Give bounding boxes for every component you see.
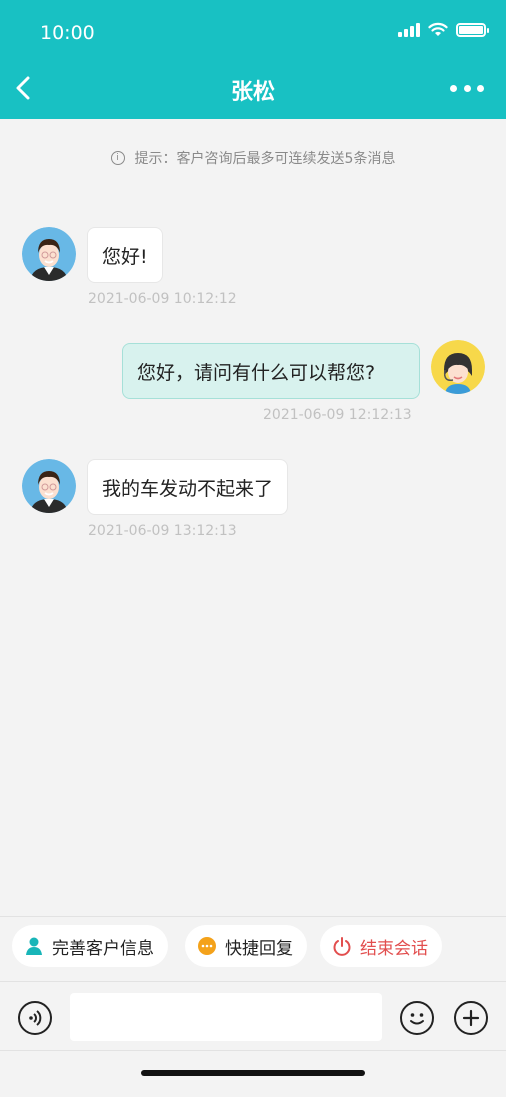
chat-dots-icon bbox=[198, 937, 216, 955]
message-timestamp: 2021-06-09 10:12:12 bbox=[88, 291, 237, 307]
message-bubble-incoming: 您好! bbox=[87, 227, 163, 283]
hint-banner: i 提示：客户咨询后最多可连续发送5条消息 bbox=[0, 148, 506, 168]
more-icon[interactable] bbox=[450, 78, 484, 98]
message-timestamp: 2021-06-09 12:12:13 bbox=[263, 407, 412, 423]
status-time: 10:00 bbox=[40, 22, 95, 44]
message-bubble-incoming: 我的车发动不起来了 bbox=[87, 459, 289, 515]
message-text: 您好! bbox=[102, 245, 148, 268]
customer-avatar[interactable] bbox=[22, 459, 76, 513]
chip-label: 结束会话 bbox=[360, 938, 428, 959]
complete-customer-info-button[interactable]: 完善客户信息 bbox=[12, 925, 168, 967]
chip-label: 快捷回复 bbox=[225, 938, 293, 959]
customer-avatar[interactable] bbox=[22, 227, 76, 281]
message-timestamp: 2021-06-09 13:12:13 bbox=[88, 523, 237, 539]
voice-icon[interactable] bbox=[18, 1001, 52, 1035]
message-text: 您好，请问有什么可以帮您? bbox=[137, 361, 376, 384]
quick-action-bar: 完善客户信息 快捷回复 结束会话 bbox=[0, 916, 506, 980]
message-input[interactable] bbox=[70, 993, 382, 1041]
info-icon: i bbox=[110, 151, 125, 165]
hint-text: 提示：客户咨询后最多可连续发送5条消息 bbox=[134, 151, 396, 167]
battery-icon bbox=[456, 22, 489, 37]
person-icon bbox=[26, 937, 42, 955]
message-text: 我的车发动不起来了 bbox=[102, 477, 274, 500]
emoji-icon[interactable] bbox=[400, 1001, 434, 1035]
quick-reply-button[interactable]: 快捷回复 bbox=[185, 925, 307, 967]
signal-icon bbox=[398, 22, 420, 37]
plus-icon[interactable] bbox=[454, 1001, 488, 1035]
home-indicator bbox=[141, 1070, 365, 1076]
wifi-icon bbox=[428, 22, 448, 36]
page-title: 张松 bbox=[230, 80, 275, 105]
status-icons bbox=[398, 22, 489, 37]
input-bar bbox=[0, 981, 506, 1051]
end-session-button[interactable]: 结束会话 bbox=[320, 925, 442, 967]
agent-avatar[interactable] bbox=[431, 340, 485, 394]
chip-label: 完善客户信息 bbox=[52, 938, 154, 959]
power-icon bbox=[333, 937, 351, 956]
message-bubble-outgoing: 您好，请问有什么可以帮您? bbox=[122, 343, 420, 399]
header: 10:00 张松 bbox=[0, 0, 506, 119]
